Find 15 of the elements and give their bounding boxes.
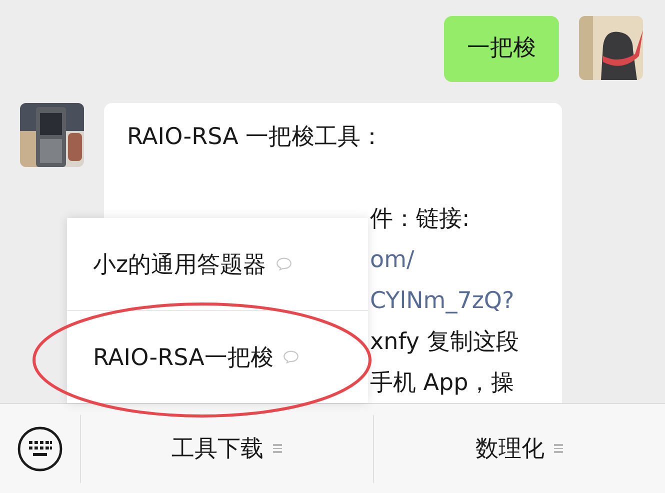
message-link[interactable]: om/ [370, 240, 414, 280]
message-text: 件：链接: [370, 204, 470, 234]
message-text: RAIO-RSA 一把梭工具： [127, 122, 384, 152]
menu-button[interactable]: 数理化 [372, 414, 665, 482]
menu-icon [273, 444, 282, 453]
menu-item[interactable]: 小z的通用答题器 [67, 218, 368, 310]
menu-icon [554, 444, 564, 453]
menu-button[interactable]: 工具下载 [81, 414, 372, 482]
message-text: 手机 App，操 [370, 368, 514, 398]
chat-bubble-icon [276, 257, 292, 271]
message-text: xnfy 复制这段 [370, 328, 519, 356]
keyboard-icon[interactable] [17, 426, 63, 472]
message-link[interactable]: CYlNm_7zQ? [370, 280, 514, 322]
message-text: 一把梭 [467, 34, 536, 63]
chat-bubble-icon [283, 350, 300, 364]
